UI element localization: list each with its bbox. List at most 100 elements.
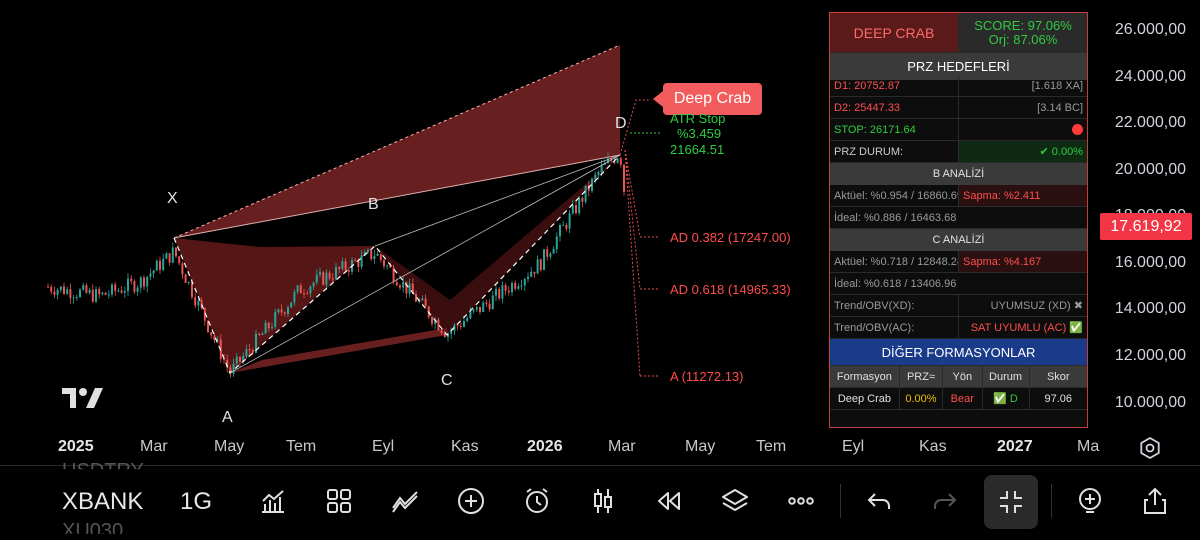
candle-body	[328, 272, 331, 279]
candle-body	[146, 276, 149, 287]
candle-body	[251, 350, 254, 353]
candle-body	[533, 271, 536, 274]
y-tick: 10.000,00	[1114, 394, 1186, 411]
candle-body	[66, 289, 69, 294]
time-axis[interactable]: 2025 Mar May Tem Eyl Kas 2026 Mar May Te…	[0, 430, 1200, 466]
candle-body	[271, 326, 273, 329]
drawing-icon[interactable]	[387, 483, 423, 519]
x-tick: Ma	[1077, 438, 1100, 455]
y-tick: 26.000,00	[1114, 21, 1186, 38]
x-tick: Tem	[756, 438, 787, 455]
candle-body	[117, 290, 120, 292]
candle-body	[79, 289, 81, 297]
chart-area[interactable]: X A B C D Deep Crab ATR Stop %3.459 2166…	[0, 0, 1200, 430]
candle-body	[536, 259, 539, 274]
alert-icon[interactable]	[519, 483, 555, 519]
candle-body	[274, 312, 277, 327]
trend-ac-label: Trend/OBV(AC):	[834, 321, 915, 334]
candles-icon[interactable]	[585, 483, 621, 519]
symbol-selector[interactable]: XBANK	[62, 488, 143, 516]
candle-body	[264, 322, 267, 334]
candle-body	[619, 158, 622, 165]
candle-body	[104, 292, 107, 295]
candle-body	[367, 250, 369, 253]
c-actual: Aktüel: %0.718 / 12848.24	[834, 255, 958, 268]
layers-icon[interactable]	[717, 483, 753, 519]
candle-body	[539, 259, 542, 271]
ad618-connector	[624, 149, 641, 290]
c-ideal: İdeal: %0.618 / 13406.96	[834, 277, 957, 290]
share-icon[interactable]	[1137, 483, 1173, 519]
y-tick: 16.000,00	[1114, 254, 1186, 271]
candle-body	[232, 363, 235, 374]
trend-xd-label: Trend/OBV(XD):	[834, 299, 915, 312]
candle-body	[440, 330, 443, 334]
candle-body	[408, 283, 411, 294]
symbol-next[interactable]: XU030	[62, 520, 123, 534]
candle-body	[136, 287, 139, 292]
candle-body	[399, 285, 401, 288]
layout-icon[interactable]	[321, 483, 357, 519]
candle-body	[437, 319, 440, 331]
candle-body	[319, 272, 321, 275]
undo-icon[interactable]	[861, 483, 897, 519]
candle-body	[287, 307, 289, 315]
fullscreen-icon[interactable]	[984, 475, 1038, 529]
x-tick: Eyl	[372, 438, 395, 455]
table-cell: Bear	[942, 388, 981, 409]
table-header: Formasyon	[836, 370, 892, 383]
candle-body	[127, 278, 129, 292]
candle-body	[283, 312, 286, 315]
symbol-prev[interactable]: USDTRY	[62, 460, 144, 469]
candle-body	[495, 288, 497, 296]
candle-body	[248, 349, 251, 351]
y-tick: 12.000,00	[1114, 347, 1186, 364]
x-tick: Kas	[451, 438, 479, 455]
candle-body	[479, 306, 481, 313]
redo-icon[interactable]	[927, 483, 963, 519]
candle-body	[424, 298, 427, 307]
table-header: Durum	[981, 366, 1029, 387]
score: SCORE: 97.06%	[974, 17, 1072, 33]
y-tick: 20.000,00	[1114, 161, 1186, 178]
d2-target: D2: 25447.33	[834, 101, 901, 114]
indicators-icon[interactable]	[255, 483, 291, 519]
candle-body	[549, 253, 552, 257]
candle-body	[344, 261, 347, 270]
candle-body	[501, 285, 504, 299]
candle-body	[130, 278, 133, 282]
candle-body	[293, 291, 296, 303]
table-cell: Deep Crab	[837, 392, 892, 405]
candle-body	[165, 253, 168, 259]
replay-icon[interactable]	[651, 483, 687, 519]
candle-body	[463, 321, 465, 327]
candle-body	[91, 289, 94, 302]
candle-body	[181, 263, 184, 275]
candle-body	[178, 256, 181, 264]
candle-body	[507, 290, 510, 293]
interval-selector[interactable]: 1G	[180, 488, 212, 516]
point-x-label: X	[167, 190, 178, 207]
candle-body	[565, 224, 568, 229]
candle-body	[139, 277, 142, 288]
table-cell: ✅ D	[981, 388, 1029, 409]
candle-body	[277, 309, 280, 313]
current-price-tag: 17.619,92	[1100, 213, 1192, 240]
orj-score: Orj: 87.06%	[988, 31, 1058, 47]
candle-body	[341, 261, 344, 269]
x-tick: Kas	[919, 438, 947, 455]
axis-settings-icon[interactable]	[1138, 436, 1162, 460]
candle-body	[120, 290, 123, 293]
tradingview-logo-icon	[62, 388, 103, 408]
candle-body	[360, 255, 363, 267]
candle-body	[552, 249, 555, 254]
add-icon[interactable]	[453, 483, 489, 519]
candle-body	[175, 247, 177, 257]
candle-body	[101, 292, 104, 295]
add-symbol-icon[interactable]	[1072, 483, 1108, 519]
candle-body	[114, 284, 117, 291]
atr-stop-pct: %3.459	[677, 126, 722, 141]
more-icon[interactable]	[783, 483, 819, 519]
candle-body	[370, 250, 373, 260]
price-axis[interactable]: 26.000,00 24.000,00 22.000,00 20.000,00 …	[1092, 0, 1200, 430]
